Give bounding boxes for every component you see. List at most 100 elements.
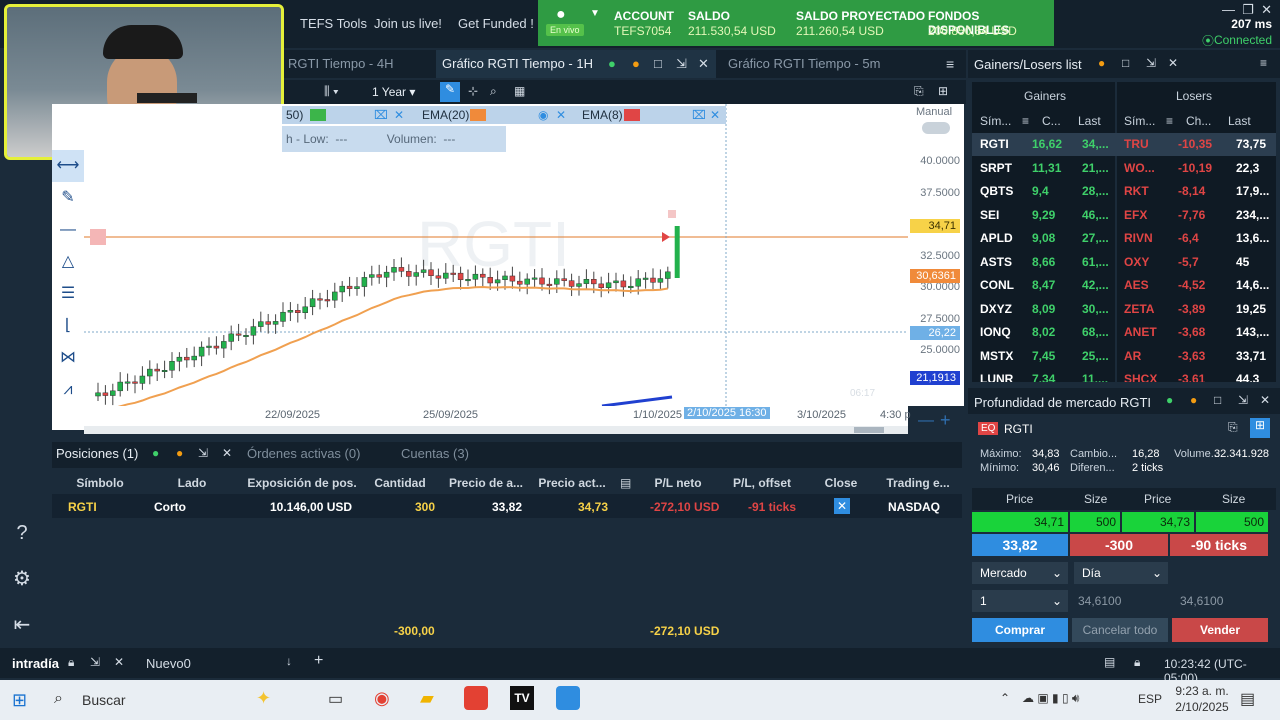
close-position-button[interactable]: ✕ [834, 498, 850, 514]
order-type-select[interactable]: Mercado ⌄ [972, 562, 1068, 584]
limit-price-2[interactable]: 34,6100 [1176, 590, 1270, 612]
logout-icon[interactable]: ⇤ [10, 612, 34, 636]
help-icon[interactable]: ? [10, 522, 34, 546]
bid-price-cell[interactable]: 34,71 [972, 512, 1068, 532]
calendar-icon[interactable]: ▦ [514, 84, 525, 98]
col-qty[interactable]: Cantidad [370, 476, 430, 490]
taskbar-time[interactable]: 9:23 a. m. [1172, 684, 1232, 698]
windows-start-icon[interactable]: ⊞ [12, 690, 27, 711]
list-item[interactable]: APLD 9,08 27,... RIVN -6,4 13,6... [972, 227, 1276, 250]
col-side[interactable]: Lado [164, 476, 220, 490]
limit-price-1[interactable]: 34,6100 [1074, 590, 1168, 612]
folder-icon[interactable]: ▰ [420, 688, 434, 709]
ema8-color[interactable] [624, 109, 640, 121]
close-icon[interactable]: ✕ [114, 655, 124, 669]
tradingview-icon[interactable]: TV [510, 686, 534, 710]
add-workspace-icon[interactable]: + [314, 652, 323, 670]
cart-icon[interactable]: ⊞ [1250, 418, 1270, 438]
list-item[interactable]: QBTS 9,4 28,... RKT -8,14 17,9... [972, 180, 1276, 203]
col-pl-net[interactable]: P/L neto [648, 476, 708, 490]
workspace-tab-nuevo[interactable]: Nuevo0 [146, 656, 191, 671]
detach-icon[interactable]: ⇲ [1146, 56, 1156, 70]
taskbar-search[interactable]: Buscar [82, 692, 126, 708]
notification-icon[interactable]: ▤ [1240, 689, 1255, 709]
zoom-in-icon[interactable]: + [940, 410, 951, 431]
close-icon[interactable]: ✕ [698, 50, 709, 78]
gainers-col-ch[interactable]: C... [1042, 114, 1061, 128]
time-axis[interactable] [84, 406, 908, 426]
nav-join-live[interactable]: Join us live! [374, 16, 442, 31]
dot-icon[interactable]: ● [632, 50, 640, 78]
maximize-icon[interactable]: □ [1122, 56, 1129, 70]
list-item[interactable]: CONL 8,47 42,... AES -4,52 14,6... [972, 274, 1276, 297]
list-item[interactable]: MSTX 7,45 25,... AR -3,63 33,71 [972, 345, 1276, 368]
window-controls[interactable]: — ❐ ✕ [1222, 2, 1272, 18]
quantity-stepper[interactable]: 1 ⌄ [972, 590, 1068, 612]
zoom-icon[interactable]: ⌕ [490, 84, 497, 99]
tab-active-orders[interactable]: Órdenes activas (0) [247, 446, 360, 461]
widget-icon[interactable]: ✦ [256, 688, 271, 709]
losers-col-last[interactable]: Last [1228, 114, 1251, 128]
ema20-color[interactable] [470, 109, 486, 121]
ask-price-cell[interactable]: 34,73 [1122, 512, 1194, 532]
fib-tool-icon[interactable]: ⋈ [52, 342, 84, 374]
losers-col-ch[interactable]: Ch... [1186, 114, 1211, 128]
col-close[interactable]: Close [816, 476, 866, 490]
gainers-col-last[interactable]: Last [1078, 114, 1101, 128]
account-summary[interactable]: ● En vivo ▼ ACCOUNT TEFS7054 SALDO 211.5… [538, 0, 1054, 46]
list-item[interactable]: SEI 9,29 46,... EFX -7,76 234,... [972, 204, 1276, 227]
bookmark-icon[interactable]: ⎘ [914, 84, 924, 99]
chart-scrollbar[interactable] [84, 426, 908, 434]
cursor-icon[interactable]: ⊹ [468, 84, 478, 98]
close-icon[interactable]: ✕ [1260, 393, 1270, 407]
menu-icon[interactable]: ≡ [946, 56, 954, 72]
link-user-icon[interactable]: ● [152, 446, 159, 460]
workspace-tab-intradia[interactable]: intradía [12, 656, 59, 671]
tab-accounts[interactable]: Cuentas (3) [401, 446, 469, 461]
dot-icon[interactable]: ● [1190, 393, 1197, 407]
settings-icon[interactable]: ⚙ [10, 566, 34, 590]
chrome-icon[interactable]: ◉ [374, 688, 390, 709]
detach-icon[interactable]: ⇲ [90, 655, 100, 669]
trading-app-icon[interactable] [556, 686, 580, 710]
list-item[interactable]: ASTS 8,66 61,... OXY -5,7 45 [972, 251, 1276, 274]
chart-type-icon[interactable]: ⫼ ▾ [324, 84, 339, 99]
draw-icon[interactable]: ✎ [440, 82, 460, 102]
triangle-tool-icon[interactable]: △ [52, 246, 84, 278]
nav-tefs-tools[interactable]: TEFS Tools [300, 16, 367, 31]
losers-col-sym[interactable]: Sím... [1124, 114, 1155, 128]
ema8-close-icon[interactable]: ✕ [710, 108, 720, 122]
tray-chevron-icon[interactable]: ⌃ [1000, 691, 1010, 705]
cancel-all-button[interactable]: Cancelar todo [1072, 618, 1168, 642]
list-item[interactable]: LUNR 7,34 11,... SHCX -3,61 44,3 [972, 368, 1276, 382]
period-select[interactable]: 1 Year ▾ [372, 85, 415, 99]
list-item[interactable]: IONQ 8,02 68,... ANET -3,68 143,... [972, 321, 1276, 344]
maximize-icon[interactable]: □ [1214, 393, 1221, 407]
ema20-eye-icon[interactable]: ◉ [538, 108, 548, 122]
col-exposure[interactable]: Exposición de pos. [242, 476, 362, 490]
tab-chart-1h[interactable]: Gráfico RGTI Tiempo - 1H ● ● □ ⇲ ✕ [436, 50, 716, 78]
list-item[interactable]: DXYZ 8,09 30,... ZETA -3,89 19,25 [972, 298, 1276, 321]
sort-icon[interactable]: ≡ [1022, 114, 1029, 128]
maximize-icon[interactable]: □ [654, 50, 662, 78]
pencil-tool-icon[interactable]: ✎ [52, 182, 84, 214]
language-indicator[interactable]: ESP [1138, 692, 1162, 706]
tab-chart-5m[interactable]: Gráfico RGTI Tiempo - 5m [722, 50, 886, 78]
search-icon[interactable]: ⌕ [54, 690, 63, 708]
recorder-icon[interactable] [464, 686, 488, 710]
bid-size-cell[interactable]: 500 [1070, 512, 1120, 532]
alert-marker[interactable] [90, 229, 106, 245]
ask-size-cell[interactable]: 500 [1196, 512, 1268, 532]
gainers-col-sym[interactable]: Sím... [980, 114, 1011, 128]
chevron-down-icon[interactable]: ▼ [590, 8, 600, 19]
detach-icon[interactable]: ⇲ [1238, 393, 1248, 407]
order-marker[interactable] [668, 210, 676, 218]
col-current[interactable]: Precio act... [532, 476, 612, 490]
ema8-edit-icon[interactable]: ⌧ [692, 108, 706, 122]
detach-icon[interactable]: ⇲ [676, 50, 687, 78]
list-item[interactable]: SRPT 11,31 21,... WO... -10,19 22,3 [972, 157, 1276, 180]
zoom-out-icon[interactable]: — [918, 412, 934, 430]
dot-icon[interactable]: ● [176, 446, 183, 460]
manual-toggle[interactable] [922, 122, 950, 134]
col-pl-offset[interactable]: P/L, offset [722, 476, 802, 490]
